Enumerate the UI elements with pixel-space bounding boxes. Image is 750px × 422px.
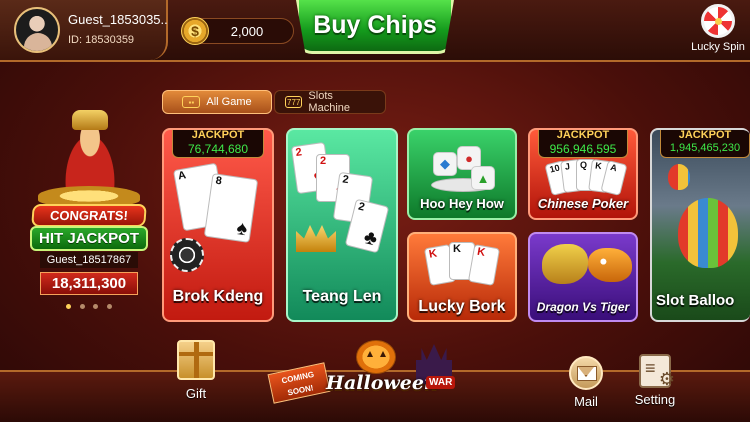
jackpot-word: JACKPOT bbox=[556, 129, 610, 141]
game-filter-tabs: ▪▪ All Game 777 Slots Machine bbox=[162, 90, 386, 114]
game-card-lucky-bork[interactable]: K K K Lucky Bork bbox=[407, 232, 517, 322]
pagination-dot[interactable] bbox=[79, 304, 85, 309]
club-icon: ♣ bbox=[361, 225, 380, 251]
balloon-icon bbox=[678, 198, 738, 268]
game-card-hoo-hey-how[interactable]: ◆ ● ▲ Hoo Hey How bbox=[407, 128, 517, 220]
game-title: Slot Balloo bbox=[656, 292, 735, 309]
jackpot-winner-name: Guest_18517867 bbox=[40, 252, 138, 268]
spade-icon: ♠ bbox=[235, 217, 249, 241]
coming-soon-badge: COMING SOON! bbox=[267, 362, 331, 404]
pagination-dot[interactable] bbox=[66, 304, 71, 309]
chips-value: 2,000 bbox=[230, 24, 264, 39]
pumpkin-icon bbox=[356, 340, 396, 374]
lucky-spin-label: Lucky Spin bbox=[691, 41, 745, 53]
card-rank: K bbox=[453, 243, 461, 255]
game-card-teang-len[interactable]: 2 ♥ 2 ♦ 2 ♠ 2 ♣ Teang Len bbox=[286, 128, 398, 322]
game-title: Hoo Hey How bbox=[420, 196, 504, 211]
game-title: Teang Len bbox=[302, 288, 382, 305]
buy-chips-button[interactable]: Buy Chips bbox=[296, 0, 454, 54]
jackpot-word: JACKPOT bbox=[191, 129, 245, 141]
banner-pagination bbox=[66, 304, 112, 309]
card-rank: K bbox=[476, 245, 487, 259]
card-rank: J bbox=[564, 161, 571, 172]
game-card-chinese-poker[interactable]: JACKPOT 956,946,595 10 J Q K A Chinese P… bbox=[528, 128, 638, 220]
hit-jackpot-label: HIT JACKPOT bbox=[30, 226, 148, 251]
tab-label: All Game bbox=[206, 96, 252, 108]
gift-icon bbox=[177, 340, 215, 380]
settings-icon: ⚙ bbox=[639, 354, 675, 389]
gear-icon: ⚙ bbox=[658, 369, 675, 389]
gamepad-icon: ▪▪ bbox=[182, 96, 201, 108]
dice-icon: ◆ bbox=[433, 152, 457, 176]
tiger-icon bbox=[588, 248, 632, 282]
dragon-icon bbox=[542, 244, 588, 284]
coin-icon: $ bbox=[181, 17, 209, 45]
game-title: Chinese Poker bbox=[537, 196, 629, 211]
lucky-wheel-icon bbox=[701, 4, 735, 38]
poker-chip-icon bbox=[170, 238, 204, 272]
card-rank: 8 bbox=[214, 174, 223, 188]
card-rank: K bbox=[428, 247, 438, 261]
crown-icon bbox=[296, 225, 336, 252]
slot-machine-icon: 777 bbox=[285, 96, 303, 108]
gift-button[interactable]: Gift bbox=[168, 340, 224, 416]
balloon-icon bbox=[668, 164, 690, 190]
card-rank: A bbox=[609, 161, 619, 174]
jackpot-winner-amount: 18,311,300 bbox=[40, 272, 138, 295]
playing-card: K bbox=[467, 244, 501, 286]
jackpot-counter: JACKPOT 1,945,465,230 bbox=[660, 130, 750, 158]
war-badge: WAR bbox=[426, 376, 456, 389]
mail-button[interactable]: Mail bbox=[563, 356, 609, 409]
pagination-dot[interactable] bbox=[93, 304, 99, 309]
jackpot-word: JACKPOT bbox=[678, 129, 732, 141]
chips-balance[interactable]: $ 2,000 bbox=[181, 17, 294, 45]
username: Guest_1853035.. bbox=[68, 12, 168, 27]
setting-button[interactable]: ⚙ Setting bbox=[628, 354, 682, 407]
congrats-label: CONGRATS! bbox=[31, 204, 147, 227]
avatar[interactable] bbox=[14, 7, 60, 53]
jackpot-counter: JACKPOT 956,946,595 bbox=[538, 130, 628, 158]
hat-icon bbox=[72, 110, 108, 130]
gold-pile-icon bbox=[38, 186, 140, 206]
card-rank: 2 bbox=[357, 200, 366, 214]
jackpot-value: 956,946,595 bbox=[549, 142, 617, 156]
top-bar: Guest_1853035.. ID: 18530359 $ 2,000 Buy… bbox=[0, 0, 750, 62]
tab-slots-machine[interactable]: 777 Slots Machine bbox=[274, 90, 386, 114]
card-rank: K bbox=[594, 160, 603, 172]
game-card-brok-kdeng[interactable]: JACKPOT 76,744,680 A ♠ 8 ♠ Brok Kdeng bbox=[162, 128, 274, 322]
game-card-slot-balloon[interactable]: JACKPOT 1,945,465,230 Slot Balloo bbox=[650, 128, 750, 322]
halloween-war-promo[interactable]: COMING SOON! Halloween WAR bbox=[266, 338, 482, 422]
card-rank: Q bbox=[580, 160, 588, 170]
jackpot-value: 76,744,680 bbox=[187, 142, 249, 156]
halloween-title: Halloween bbox=[326, 372, 438, 394]
game-title: Dragon Vs Tiger bbox=[536, 300, 630, 314]
tab-all-game[interactable]: ▪▪ All Game bbox=[162, 90, 272, 114]
card-rank: 2 bbox=[341, 173, 350, 187]
dice-icon: ▲ bbox=[471, 166, 495, 190]
user-id: ID: 18530359 bbox=[68, 34, 135, 46]
card-rank: 10 bbox=[548, 162, 561, 175]
gift-label: Gift bbox=[185, 386, 207, 401]
buy-chips-label: Buy Chips bbox=[313, 11, 437, 39]
profile-panel[interactable]: Guest_1853035.. ID: 18530359 bbox=[0, 0, 168, 60]
game-card-dragon-vs-tiger[interactable]: Dragon Vs Tiger bbox=[528, 232, 638, 322]
pagination-dot[interactable] bbox=[106, 304, 112, 309]
card-rank: A bbox=[177, 169, 187, 183]
mail-icon bbox=[569, 356, 603, 390]
setting-label: Setting bbox=[634, 392, 676, 407]
card-rank: 2 bbox=[320, 155, 327, 167]
game-title: Lucky Bork bbox=[418, 298, 506, 315]
jackpot-counter: JACKPOT 76,744,680 bbox=[172, 130, 264, 158]
playing-card: 8 ♠ bbox=[203, 173, 259, 243]
card-rank: 2 bbox=[294, 146, 303, 159]
mail-label: Mail bbox=[574, 394, 598, 409]
tab-label: Slots Machine bbox=[308, 90, 350, 114]
lucky-spin-button[interactable]: Lucky Spin bbox=[688, 4, 748, 60]
jackpot-value: 1,945,465,230 bbox=[669, 142, 741, 154]
jackpot-winner-banner[interactable]: CONGRATS! HIT JACKPOT Guest_18517867 18,… bbox=[30, 100, 148, 320]
game-title: Brok Kdeng bbox=[172, 288, 264, 305]
